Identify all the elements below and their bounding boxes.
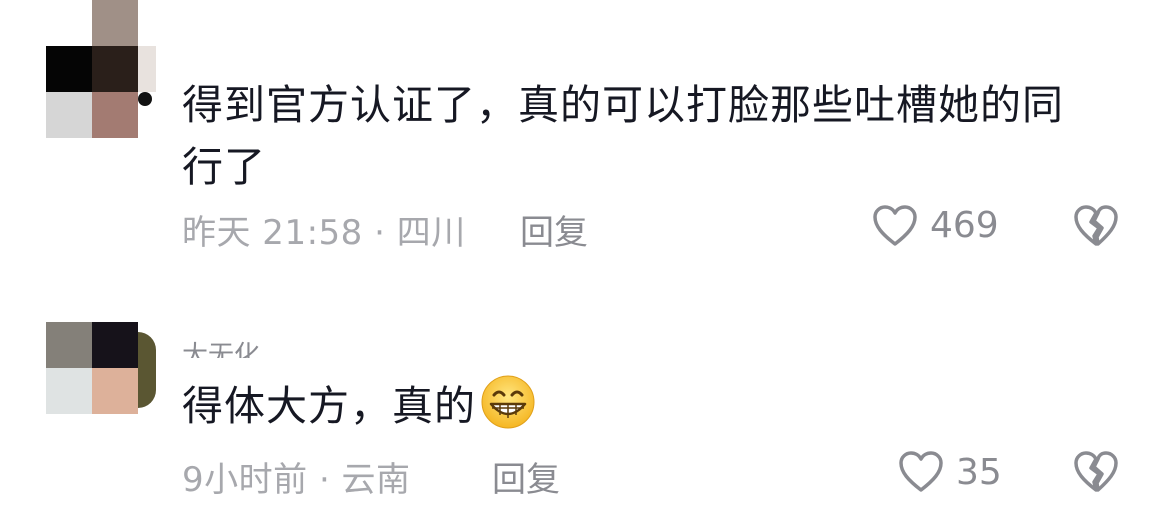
comment-text-content: 得体大方，真的 bbox=[182, 382, 476, 430]
username[interactable]: 大无化 bbox=[182, 330, 260, 358]
heart-outline-icon[interactable] bbox=[898, 450, 944, 494]
comment-meta: 9小时前 · 云南 bbox=[182, 460, 411, 500]
comment-text: 得体大方，真的 bbox=[182, 374, 536, 437]
grinning-face-icon bbox=[480, 374, 536, 430]
comment-item: 大无化 得体大方，真的 9小时前 · 云南 回复 35 bbox=[0, 0, 1170, 524]
avatar[interactable] bbox=[46, 322, 138, 414]
reply-button[interactable]: 回复 bbox=[492, 452, 560, 501]
like-count: 35 bbox=[956, 452, 1002, 493]
avatar-edge bbox=[138, 332, 156, 408]
broken-heart-icon[interactable] bbox=[1073, 450, 1119, 494]
